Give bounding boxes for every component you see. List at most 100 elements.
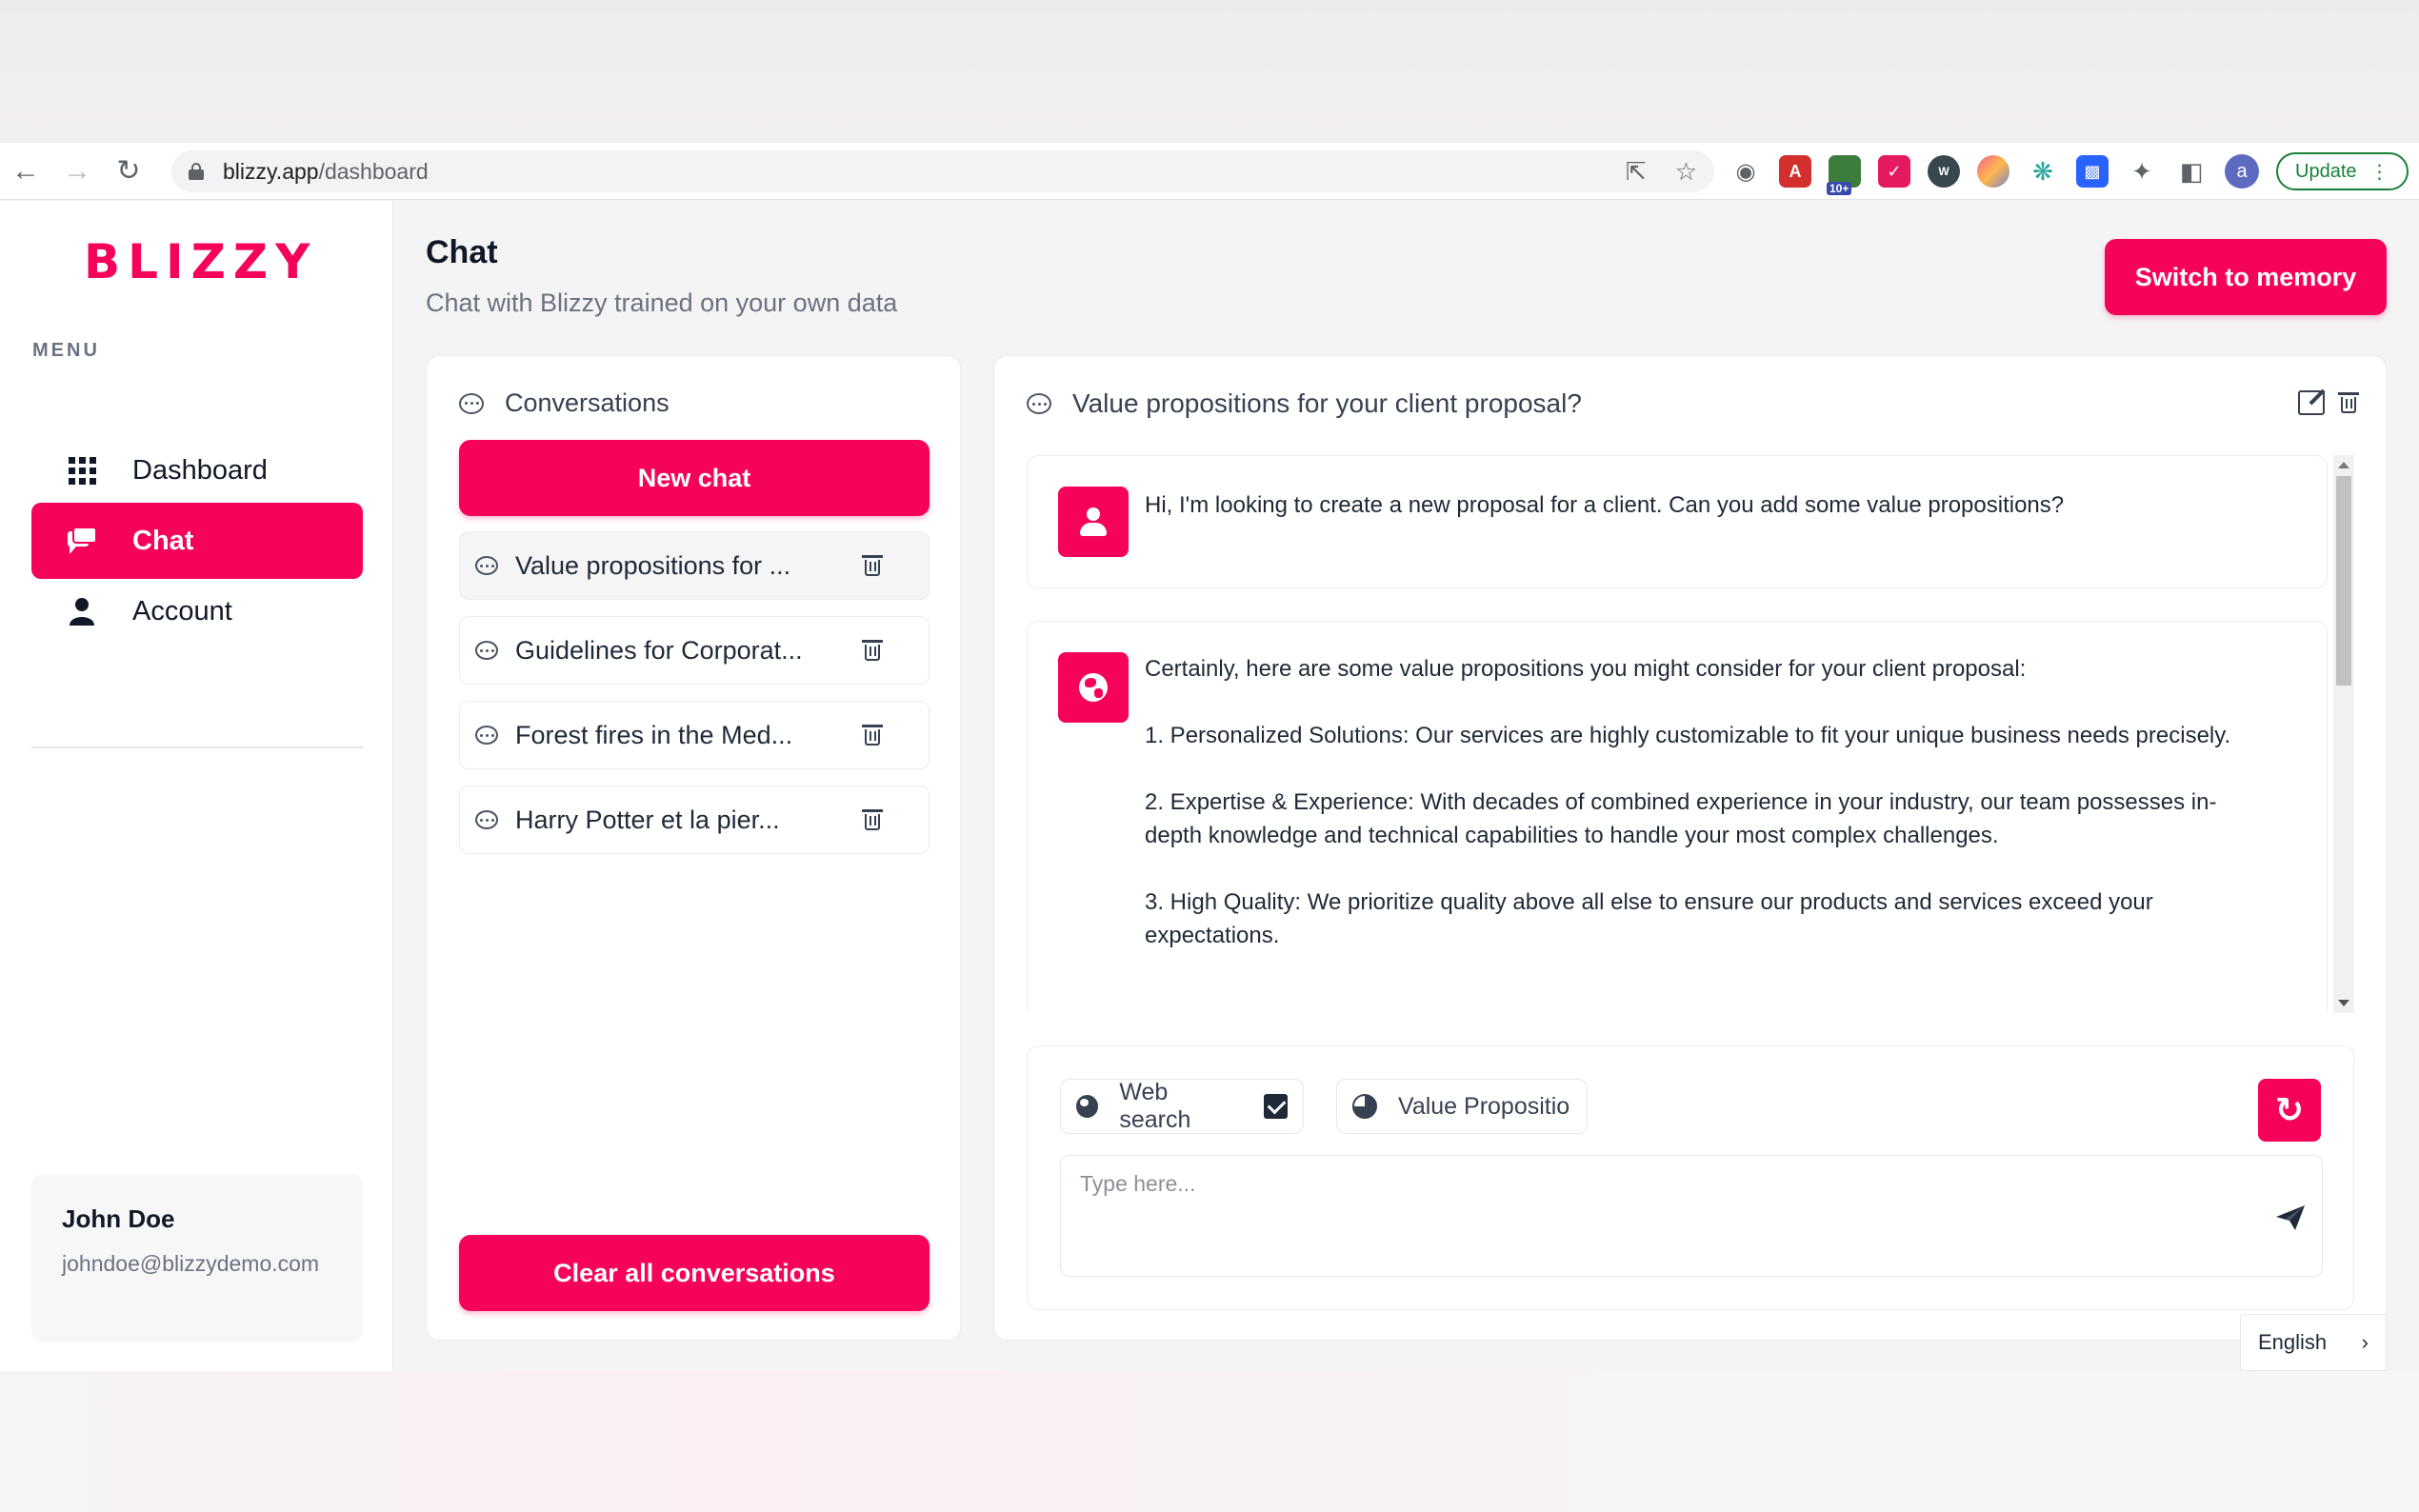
- camera-icon[interactable]: ◉: [1729, 155, 1762, 188]
- chat-icon: [66, 525, 98, 557]
- chat-title: Value propositions for your client propo…: [1072, 388, 1582, 418]
- trash-icon[interactable]: [862, 809, 883, 830]
- conversations-heading: Conversations: [459, 388, 670, 418]
- user-name: John Doe: [62, 1204, 175, 1233]
- sidebar-item-dashboard[interactable]: Dashboard: [31, 432, 363, 508]
- pdf-extension-icon[interactable]: A: [1779, 155, 1811, 188]
- lock-icon[interactable]: [189, 163, 204, 180]
- conversation-item[interactable]: Harry Potter et la pier...: [459, 786, 930, 854]
- trash-icon[interactable]: [862, 555, 883, 576]
- extension-badge: 10+: [1827, 182, 1852, 195]
- menu-label: MENU: [32, 340, 100, 361]
- reload-icon[interactable]: ↻: [103, 143, 154, 200]
- message-input[interactable]: [1061, 1156, 2322, 1276]
- trash-icon[interactable]: [862, 725, 883, 746]
- message-text: Certainly, here are some value propositi…: [1145, 652, 2269, 985]
- conversation-item[interactable]: Forest fires in the Med...: [459, 701, 930, 769]
- share-icon[interactable]: ⇱: [1626, 157, 1647, 187]
- chat-bubble-icon: [475, 726, 498, 745]
- new-chat-button[interactable]: New chat: [459, 440, 930, 516]
- chat-bubble-icon: [475, 810, 498, 829]
- bookmark-star-icon[interactable]: ☆: [1675, 157, 1697, 187]
- backdrop-top: [0, 0, 2419, 143]
- message-paragraph: 2. Expertise & Experience: With decades …: [1145, 789, 2217, 848]
- blizzy-logo[interactable]: BLIZZY: [84, 234, 317, 289]
- sidebar-item-label: Chat: [132, 525, 194, 556]
- source-selector[interactable]: Value Propositio: [1336, 1079, 1588, 1134]
- chat-bubble-icon: [475, 641, 498, 660]
- user-card[interactable]: John Doe johndoe@blizzydemo.com: [31, 1174, 363, 1342]
- chat-bubble-icon: [459, 392, 484, 414]
- scroll-up-arrow-icon[interactable]: [2338, 462, 2349, 468]
- more-vert-icon: ⋮: [2369, 161, 2389, 183]
- sidebar-divider: [31, 746, 363, 748]
- profile-avatar[interactable]: a: [2225, 154, 2259, 189]
- web-extension-icon[interactable]: W: [1928, 155, 1960, 188]
- back-arrow-icon[interactable]: ←: [0, 143, 51, 200]
- message-paragraph: 3. High Quality: We prioritize quality a…: [1145, 889, 2153, 948]
- scroll-thumb[interactable]: [2336, 476, 2351, 686]
- language-selector[interactable]: English ›: [2240, 1314, 2387, 1371]
- conversations-panel: Conversations New chat Value proposition…: [426, 355, 961, 1341]
- conversation-title: Harry Potter et la pier...: [515, 805, 780, 834]
- chat-heading: Value propositions for your client propo…: [1027, 388, 1582, 419]
- sidebar-item-label: Account: [132, 595, 232, 627]
- globe-avatar-icon: [1058, 652, 1129, 723]
- forward-arrow-icon[interactable]: →: [51, 143, 103, 200]
- conversation-item[interactable]: Value propositions for ...: [459, 531, 930, 600]
- conversation-title: Value propositions for ...: [515, 550, 791, 580]
- chat-bubble-icon: [1027, 393, 1051, 414]
- conversation-item[interactable]: Guidelines for Corporat...: [459, 616, 930, 685]
- android-extension-icon[interactable]: 10+: [1827, 155, 1861, 195]
- sidebar: BLIZZY MENU Dashboard Chat Account John …: [0, 201, 393, 1371]
- switch-to-memory-button[interactable]: Switch to memory: [2105, 239, 2387, 315]
- url-text: blizzy.app/dashboard: [223, 158, 429, 184]
- message-scrollbar[interactable]: [2333, 455, 2354, 1013]
- address-bar[interactable]: blizzy.app/dashboard ⇱ ☆: [171, 150, 1714, 192]
- page-subtitle: Chat with Blizzy trained on your own dat…: [426, 288, 898, 317]
- chat-panel: Value propositions for your client propo…: [993, 355, 2387, 1341]
- pocket-extension-icon[interactable]: ✓: [1878, 155, 1910, 188]
- clear-all-conversations-button[interactable]: Clear all conversations: [459, 1235, 930, 1311]
- side-panel-icon[interactable]: ◧: [2175, 155, 2208, 188]
- pie-chart-icon: [1352, 1094, 1377, 1119]
- message-paragraph: Certainly, here are some value propositi…: [1145, 656, 2027, 682]
- web-search-checkbox[interactable]: [1263, 1094, 1288, 1119]
- trash-icon[interactable]: [862, 640, 883, 661]
- composer: Web search Value Propositio ↻: [1027, 1045, 2354, 1310]
- atom-extension-icon[interactable]: ❋: [2027, 155, 2059, 188]
- message-text: Hi, I'm looking to create a new proposal…: [1145, 488, 2269, 555]
- sidebar-item-account[interactable]: Account: [31, 573, 363, 649]
- sidebar-item-chat[interactable]: Chat: [31, 503, 363, 579]
- user-message: Hi, I'm looking to create a new proposal…: [1027, 455, 2328, 588]
- refresh-icon: ↻: [2274, 1090, 2305, 1129]
- refresh-button[interactable]: ↻: [2258, 1079, 2321, 1142]
- conversation-title: Forest fires in the Med...: [515, 720, 793, 749]
- user-email: johndoe@blizzydemo.com: [62, 1251, 320, 1276]
- color-extension-icon[interactable]: [1977, 155, 2009, 188]
- grid-icon: [66, 454, 98, 487]
- chat-bubble-icon: [475, 556, 498, 575]
- assistant-message: Certainly, here are some value propositi…: [1027, 621, 2328, 1013]
- message-paragraph: 1. Personalized Solutions: Our services …: [1145, 723, 2231, 748]
- trash-icon[interactable]: [2338, 392, 2359, 413]
- page-title: Chat: [426, 234, 498, 270]
- blocks-extension-icon[interactable]: ▩: [2076, 155, 2109, 188]
- sidebar-item-label: Dashboard: [132, 454, 268, 486]
- conversations-heading-label: Conversations: [505, 388, 670, 417]
- scroll-down-arrow-icon[interactable]: [2338, 1000, 2349, 1006]
- message-input-box[interactable]: [1060, 1155, 2323, 1277]
- browser-toolbar: ← → ↻ blizzy.app/dashboard ⇱ ☆ ◉ A 10+ ✓…: [0, 143, 2419, 200]
- update-label: Update: [2295, 160, 2357, 182]
- send-icon[interactable]: [2274, 1204, 2307, 1232]
- web-search-label: Web search: [1119, 1079, 1191, 1133]
- web-search-toggle[interactable]: Web search: [1060, 1079, 1304, 1134]
- update-button[interactable]: Update ⋮: [2276, 152, 2409, 190]
- source-label: Value Propositio: [1398, 1092, 1569, 1120]
- puzzle-extensions-icon[interactable]: ✦: [2126, 155, 2158, 188]
- message-paragraph: Hi, I'm looking to create a new proposal…: [1145, 492, 2065, 518]
- conversation-title: Guidelines for Corporat...: [515, 635, 803, 665]
- chevron-right-icon: ›: [2361, 1330, 2369, 1354]
- edit-icon[interactable]: [2298, 390, 2325, 415]
- message-list[interactable]: Hi, I'm looking to create a new proposal…: [1027, 455, 2354, 1013]
